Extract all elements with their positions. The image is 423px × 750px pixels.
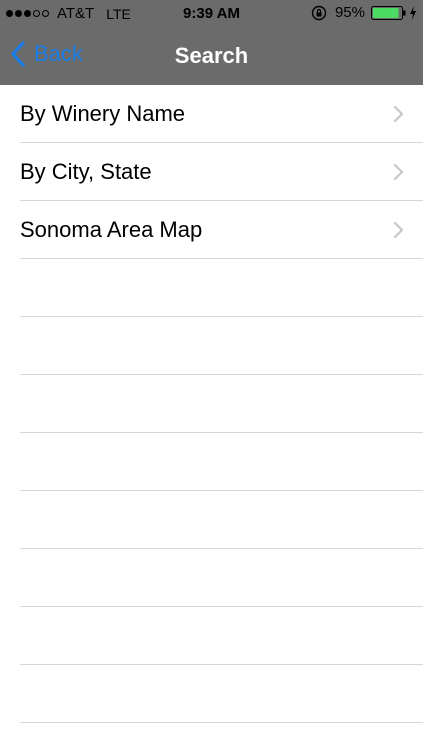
empty-row — [0, 549, 423, 607]
list-item-sonoma-area-map[interactable]: Sonoma Area Map — [0, 201, 423, 259]
list-item-by-city-state[interactable]: By City, State — [0, 143, 423, 201]
empty-row — [0, 433, 423, 491]
navigation-bar: Back Search — [0, 28, 423, 85]
chevron-right-icon — [393, 221, 404, 239]
list-item-label: Sonoma Area Map — [20, 217, 203, 242]
empty-row — [0, 491, 423, 549]
list-item-by-winery-name[interactable]: By Winery Name — [0, 85, 423, 143]
list-item-label: By Winery Name — [20, 101, 186, 126]
chevron-right-icon — [393, 105, 404, 123]
battery-percentage: 95% — [334, 4, 365, 21]
status-bar: AT&T LTE 9:39 AM 95% — [0, 0, 423, 28]
page-title: Search — [174, 43, 249, 68]
charging-bolt-icon — [410, 5, 416, 20]
empty-row — [0, 317, 423, 375]
status-right: 95% — [311, 4, 417, 21]
empty-row — [0, 607, 423, 665]
list-item-label: By City, State — [20, 159, 152, 184]
empty-row — [0, 259, 423, 317]
empty-row — [0, 665, 423, 723]
empty-row — [0, 375, 423, 433]
search-options-list: By Winery Name By City, State Sonoma Are… — [0, 85, 423, 723]
rotation-lock-icon — [311, 5, 327, 20]
chevron-right-icon — [393, 163, 404, 181]
battery-icon — [371, 5, 406, 20]
